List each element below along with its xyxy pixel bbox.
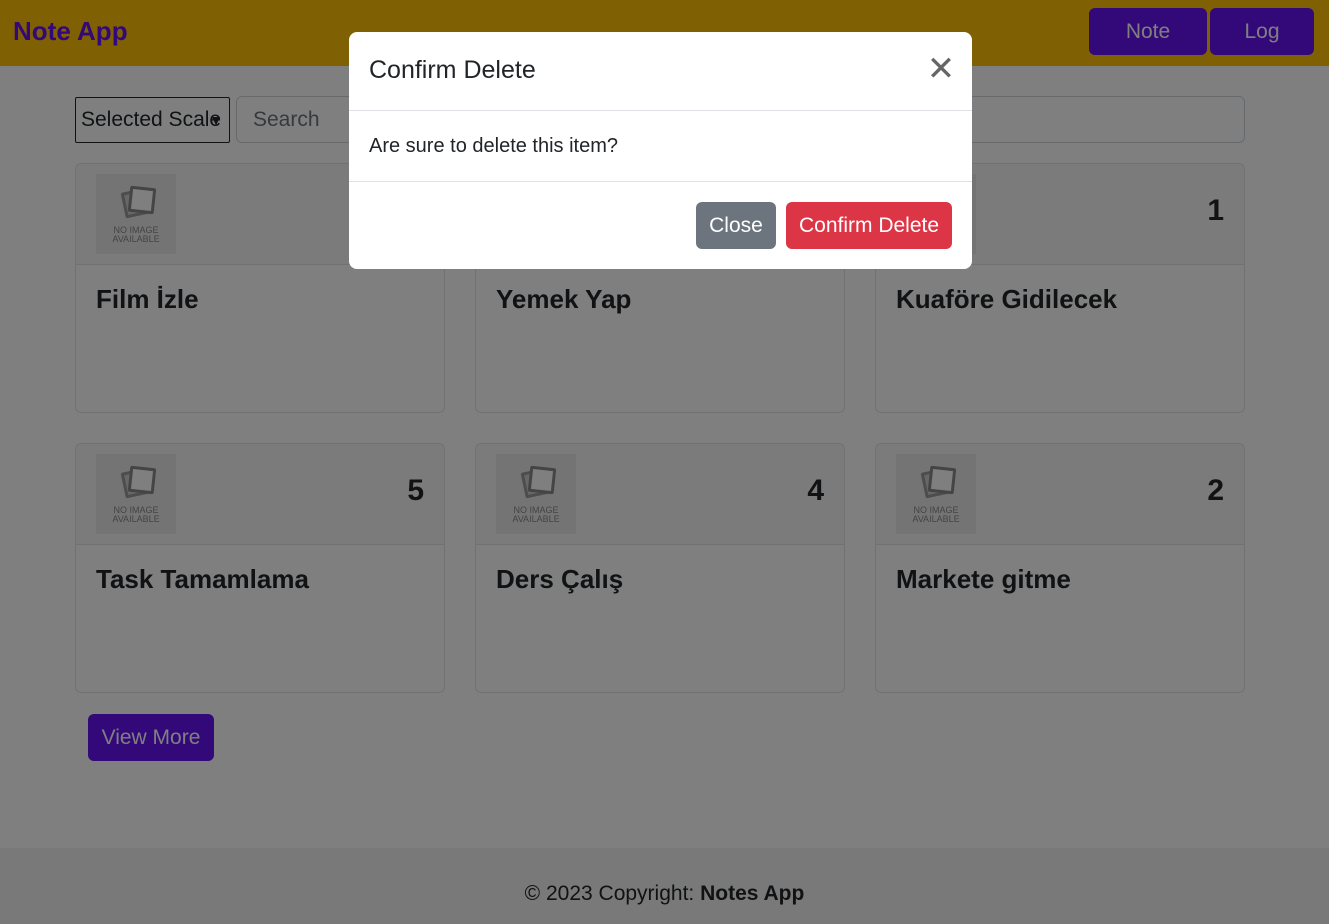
modal-header: Confirm Delete ✕ <box>349 32 972 111</box>
confirm-delete-modal: Confirm Delete ✕ Are sure to delete this… <box>349 32 972 269</box>
close-button[interactable]: Close <box>696 202 776 249</box>
modal-title: Confirm Delete <box>369 56 536 84</box>
modal-footer: Close Confirm Delete <box>349 181 972 269</box>
confirm-delete-button[interactable]: Confirm Delete <box>786 202 952 249</box>
close-icon[interactable]: ✕ <box>924 52 958 86</box>
modal-message: Are sure to delete this item? <box>369 135 619 157</box>
